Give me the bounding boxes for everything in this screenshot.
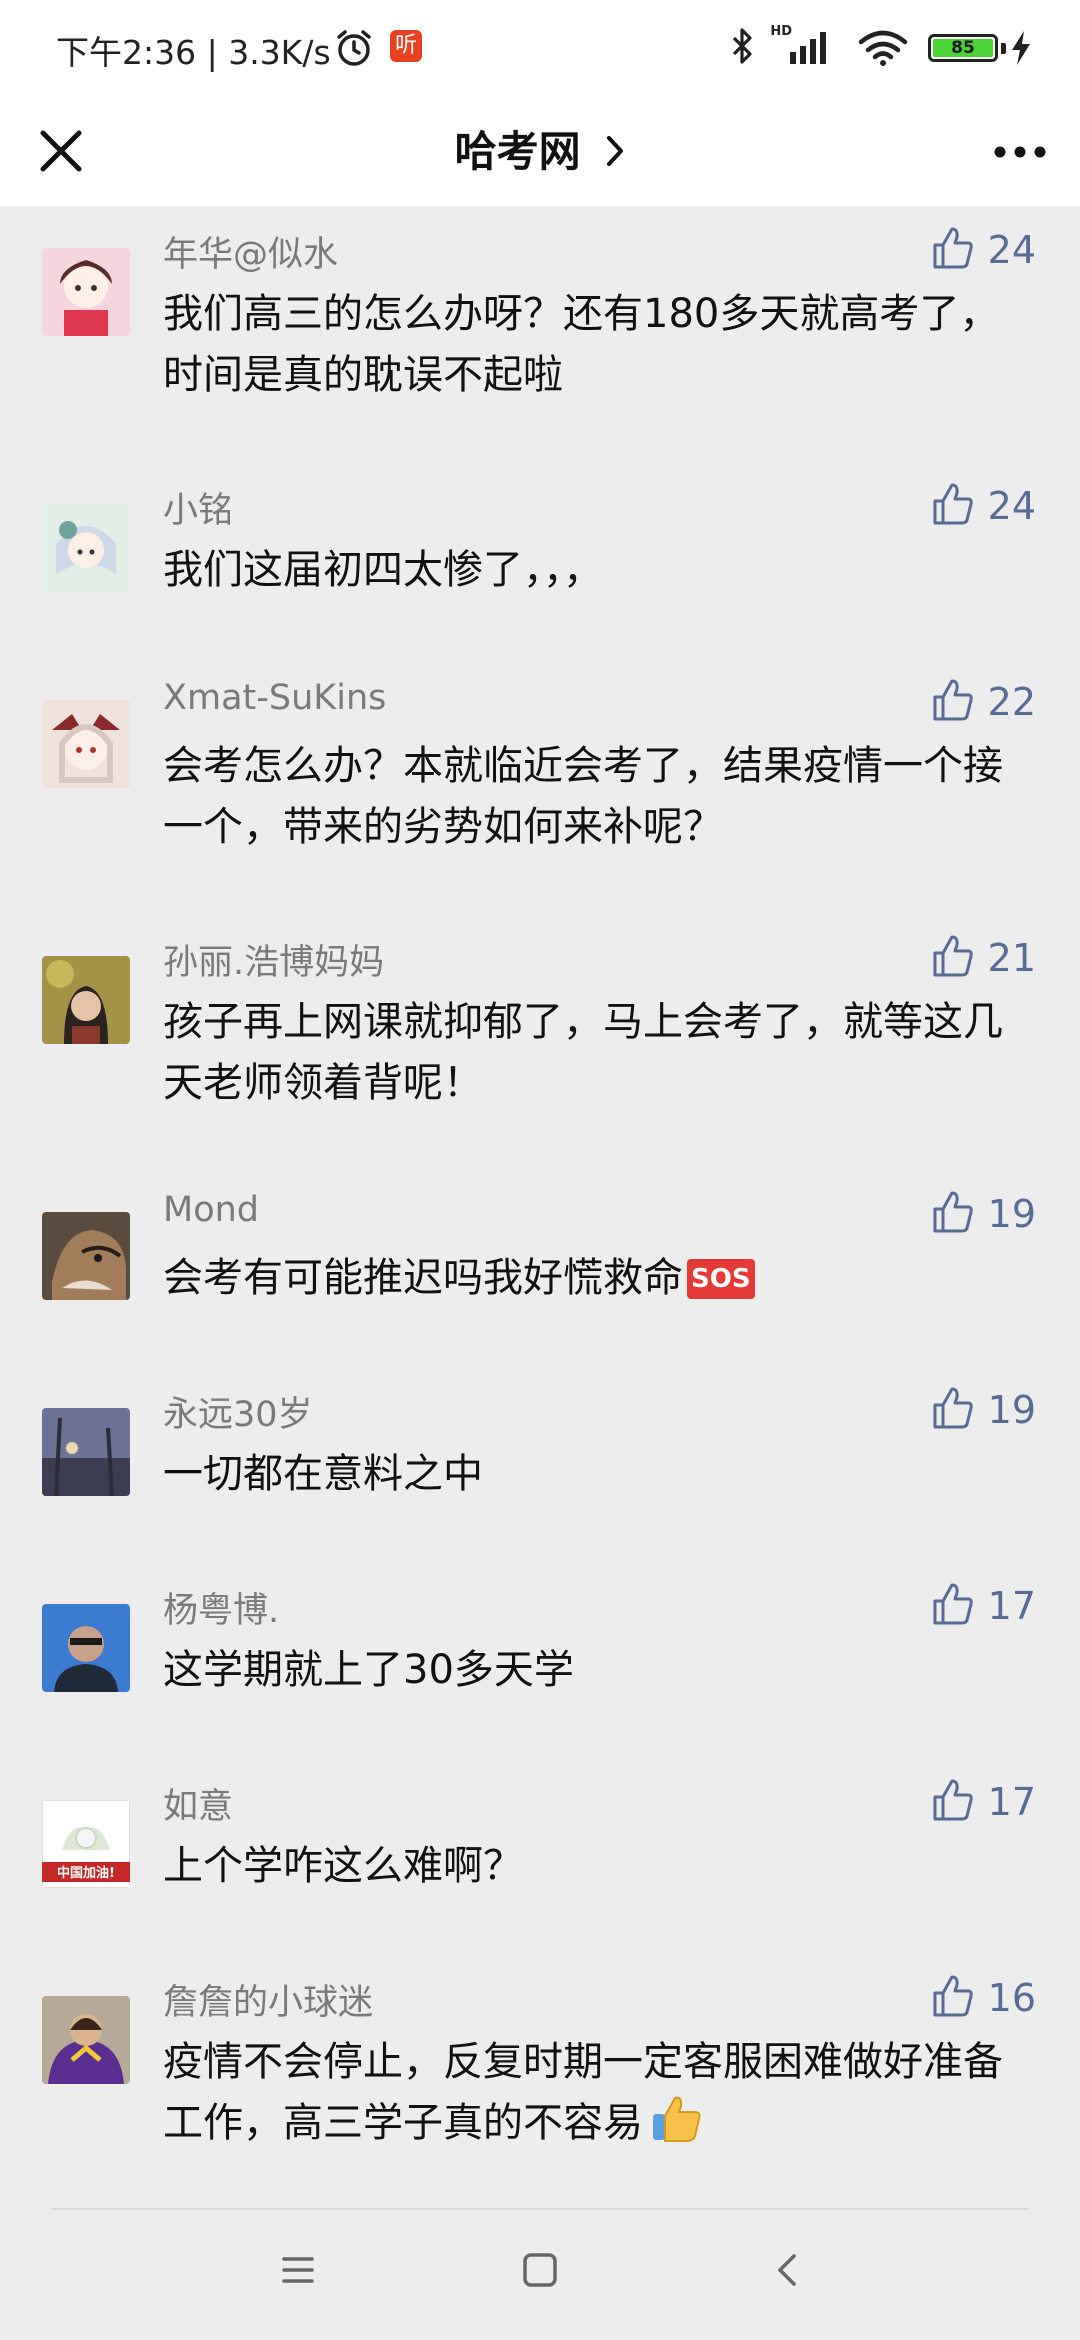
avatar[interactable] [42, 700, 130, 788]
comment-text: 上个学咋这么难啊？ [163, 1843, 523, 1889]
like-count: 24 [987, 228, 1036, 272]
page-title-text: 哈考网 [454, 127, 581, 176]
comment-author[interactable]: 孙丽.浩博妈妈 [163, 934, 384, 985]
like-count: 21 [987, 936, 1036, 980]
like-button[interactable]: 17 [932, 1582, 1036, 1630]
back-icon[interactable] [772, 2252, 802, 2292]
avatar[interactable] [42, 504, 130, 592]
nav-bar: 哈考网 [0, 96, 1080, 206]
comment-text: 孩子再上网课就抑郁了，马上会考了，就等这几天老师领着背呢！ [163, 999, 1003, 1106]
thumbs-up-icon [932, 226, 974, 274]
comment-author[interactable]: 永远30岁 [163, 1386, 313, 1437]
thumbs-up-icon [932, 1582, 974, 1630]
comment-text: 会考怎么办？本就临近会考了，结果疫情一个接一个，带来的劣势如何来补呢？ [163, 743, 1003, 850]
chevron-right-icon [605, 130, 625, 179]
comment-text: 疫情不会停止，反复时期一定客服困难做好准备工作，高三学子真的不容易 [163, 2032, 1023, 2162]
like-button[interactable]: 17 [932, 1778, 1036, 1826]
like-button[interactable]: 19 [932, 1386, 1036, 1434]
comment-text: 这学期就上了30多天学 [163, 1647, 574, 1693]
hd-label: HD [770, 24, 792, 39]
thumbs-up-icon [932, 1974, 974, 2022]
home-icon[interactable] [522, 2252, 558, 2292]
comment-author[interactable]: 如意 [163, 1778, 233, 1829]
comment-author[interactable]: 杨粤博. [163, 1582, 279, 1633]
thumbs-up-icon [932, 1386, 974, 1434]
comment-text: 我们高三的怎么办呀？还有180多天就高考了，时间是真的耽误不起啦 [163, 291, 1000, 398]
thumbs-up-icon [932, 934, 974, 982]
system-nav-bar [0, 2210, 1080, 2340]
battery-tip [1001, 43, 1006, 54]
comment-text: 一切都在意料之中 [163, 1451, 483, 1497]
like-count: 17 [987, 1584, 1036, 1628]
avatar[interactable]: 中国加油! [42, 1800, 130, 1888]
comment-author[interactable]: 詹詹的小球迷 [163, 1974, 373, 2025]
comment-text: 我们这届初四太惨了，，， [163, 547, 603, 593]
charging-icon [1010, 30, 1032, 70]
thumbs-up-icon [932, 1190, 974, 1238]
like-count: 16 [987, 1976, 1036, 2020]
avatar-caption: 中国加油! [57, 1865, 115, 1881]
alarm-icon [334, 28, 374, 72]
comment-text: 会考有可能推迟吗我好慌救命 SOS [163, 1248, 1023, 1309]
battery-level: 85 [933, 39, 993, 57]
comment-author[interactable]: Xmat-SuKins [163, 678, 386, 718]
status-time-speed: 下午2:36 | 3.3K/s [56, 33, 331, 72]
page-title[interactable]: 哈考网 [0, 118, 1080, 179]
avatar[interactable] [42, 1604, 130, 1692]
avatar[interactable] [42, 248, 130, 336]
comment-text-body: 会考有可能推迟吗我好慌救命 [163, 1255, 683, 1301]
wifi-icon [858, 30, 908, 70]
like-button[interactable]: 21 [932, 934, 1036, 982]
signal-icon [790, 32, 830, 68]
more-icon[interactable] [990, 130, 1050, 174]
like-count: 24 [987, 484, 1036, 528]
comment-author[interactable]: 小铭 [163, 482, 233, 533]
thumbs-up-emoji [649, 2094, 703, 2162]
avatar[interactable] [42, 1212, 130, 1300]
comment-author[interactable]: Mond [163, 1190, 259, 1230]
like-button[interactable]: 16 [932, 1974, 1036, 2022]
like-count: 19 [987, 1388, 1036, 1432]
menu-icon[interactable] [280, 2252, 316, 2292]
like-count: 17 [987, 1780, 1036, 1824]
like-count: 22 [987, 680, 1036, 724]
like-button[interactable]: 19 [932, 1190, 1036, 1238]
bluetooth-icon [730, 26, 756, 70]
battery-icon: 85 [928, 34, 998, 62]
like-button[interactable]: 24 [932, 482, 1036, 530]
like-button[interactable]: 22 [932, 678, 1036, 726]
thumbs-up-icon [932, 482, 974, 530]
comment-author[interactable]: 年华@似水 [163, 226, 338, 277]
avatar[interactable] [42, 1996, 130, 2084]
comment-text-body: 疫情不会停止，反复时期一定客服困难做好准备工作，高三学子真的不容易 [163, 2039, 1003, 2146]
avatar[interactable] [42, 956, 130, 1044]
news-app-icon: 听 [390, 30, 422, 62]
status-bar: 下午2:36 | 3.3K/s 听 HD 85 [0, 0, 1080, 96]
avatar[interactable] [42, 1408, 130, 1496]
like-count: 19 [987, 1192, 1036, 1236]
thumbs-up-icon [932, 678, 974, 726]
like-button[interactable]: 24 [932, 226, 1036, 274]
thumbs-up-icon [932, 1778, 974, 1826]
sos-emoji: SOS [687, 1259, 755, 1299]
